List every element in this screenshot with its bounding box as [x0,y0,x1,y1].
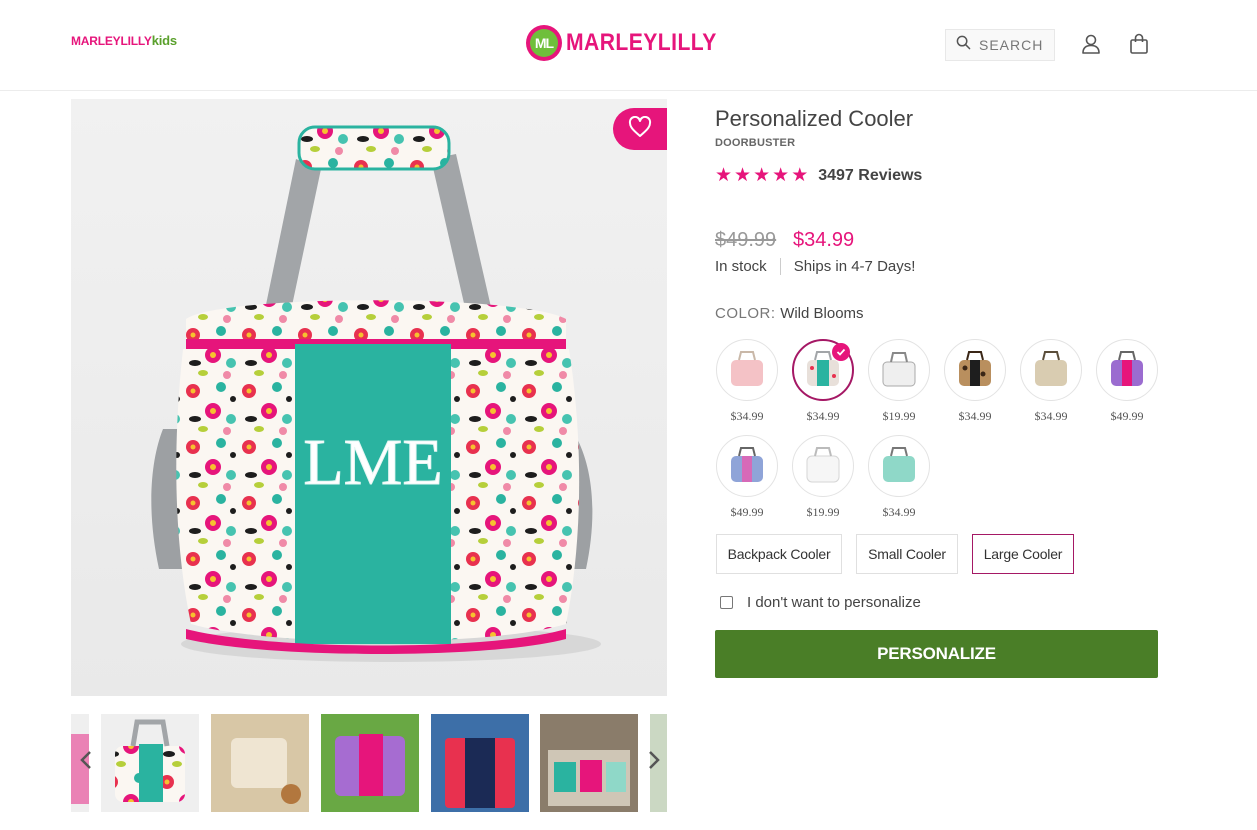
personalize-button[interactable]: PERSONALIZE [715,630,1158,678]
wishlist-button[interactable] [613,108,667,150]
swatch-price: $34.99 [1034,409,1068,423]
thumbnail[interactable] [211,714,309,812]
swatch-price: $34.99 [730,409,764,423]
swatch-price: $34.99 [958,409,992,423]
color-swatch-selected[interactable]: $34.99 [792,339,854,424]
product-title: Personalized Cooler [715,106,914,131]
thumbnail[interactable] [321,714,419,812]
thumbnail-next-button[interactable] [640,742,668,782]
star-icon: ★ [791,165,809,186]
review-count[interactable]: 3497 Reviews [818,167,922,185]
main-product-image[interactable]: LME [71,99,667,696]
svg-text:LME: LME [303,426,442,499]
search-icon [956,35,971,55]
shopping-bag-icon[interactable] [1127,32,1151,56]
size-small-cooler[interactable]: Small Cooler [856,534,958,574]
thumbnail[interactable] [431,714,529,812]
color-swatch[interactable]: $34.99 [944,339,1006,424]
logo-mark: ML [526,25,562,61]
color-swatch[interactable]: $34.99 [716,339,778,424]
chevron-left-icon [80,750,92,775]
swatch-price: $49.99 [730,505,764,519]
check-icon [832,343,850,361]
thumbnail-prev-button[interactable] [72,742,100,782]
color-swatch[interactable]: $49.99 [1096,339,1158,424]
star-icon: ★ [715,165,733,186]
thumbnail[interactable] [540,714,638,812]
star-icon: ★ [772,165,790,186]
swatch-price: $34.99 [806,409,840,423]
search-input[interactable]: SEARCH [945,29,1055,61]
size-large-cooler[interactable]: Large Cooler [972,534,1074,574]
thumbnail-strip [71,714,667,812]
color-label: COLOR: Wild Blooms [715,305,864,322]
availability: In stock Ships in 4-7 Days! [715,258,915,275]
user-icon[interactable] [1079,32,1103,56]
swatch-price: $49.99 [1110,409,1144,423]
no-personalize-option[interactable]: I don't want to personalize [720,594,921,611]
shipping-info: Ships in 4-7 Days! [793,258,916,275]
color-swatch[interactable]: $19.99 [868,339,930,424]
chevron-right-icon [648,750,660,775]
swatch-price: $34.99 [882,505,916,519]
color-swatch[interactable]: $34.99 [1020,339,1082,424]
divider [779,258,781,275]
product-rating[interactable]: ★ ★ ★ ★ ★ 3497 Reviews [715,166,922,185]
swatch-price: $19.99 [882,409,916,423]
thumbnail-active[interactable] [101,714,199,812]
stock-status: In stock [715,258,767,275]
swatch-price: $19.99 [806,505,840,519]
color-swatch[interactable]: $19.99 [792,435,854,520]
brand-logo[interactable]: ML MARLEYLILLY [526,25,737,61]
no-personalize-label: I don't want to personalize [747,594,921,611]
site-header: MARLEYLILLYkids ML MARLEYLILLY SEARCH [0,0,1257,91]
color-swatch[interactable]: $49.99 [716,435,778,520]
size-backpack-cooler[interactable]: Backpack Cooler [716,534,842,574]
selected-color: Wild Blooms [780,305,864,322]
doorbuster-badge: DOORBUSTER [715,137,796,149]
sale-price: $34.99 [793,229,855,251]
kids-logo[interactable]: MARLEYLILLYkids [71,33,177,48]
heart-icon [628,115,652,143]
star-icon: ★ [753,165,771,186]
original-price: $49.99 [715,229,777,251]
no-personalize-checkbox[interactable] [720,596,733,609]
star-icon: ★ [734,165,752,186]
color-swatch[interactable]: $34.99 [868,435,930,520]
